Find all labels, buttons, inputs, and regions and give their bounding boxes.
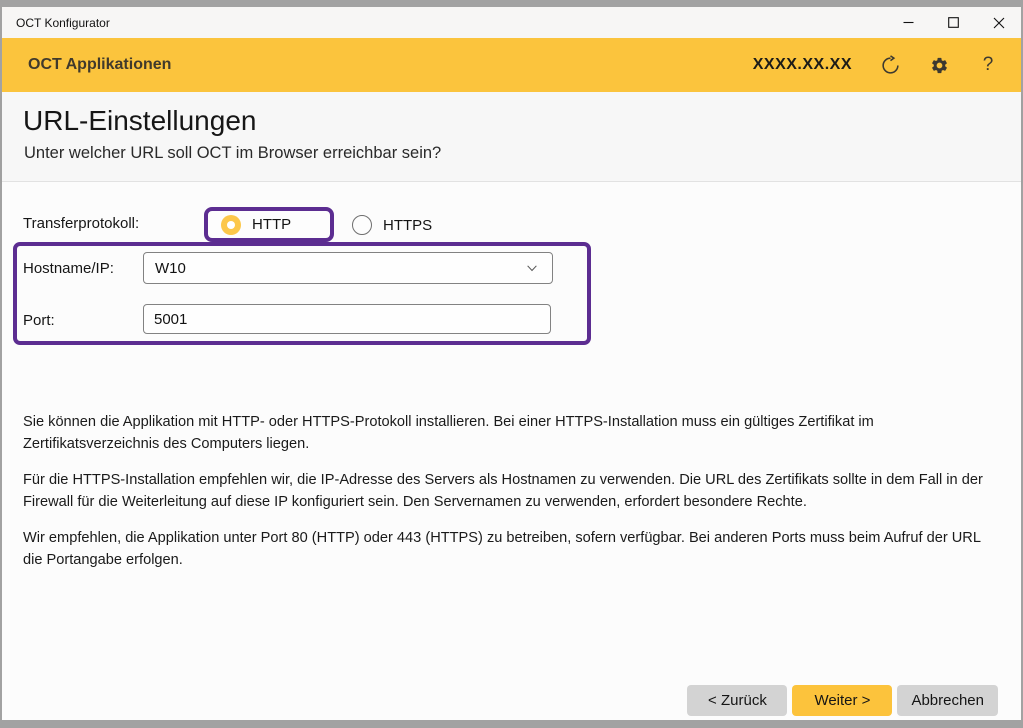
close-icon <box>993 17 1005 29</box>
hostname-label: Hostname/IP: <box>23 260 114 277</box>
refresh-icon[interactable] <box>879 54 901 76</box>
next-button[interactable]: Weiter > <box>792 685 892 716</box>
hostname-value: W10 <box>144 260 186 277</box>
chevron-down-icon <box>525 261 539 275</box>
minimize-icon <box>903 17 914 28</box>
help-icon[interactable]: ? <box>977 54 999 76</box>
info-paragraph-2: Für die HTTPS-Installation empfehlen wir… <box>23 470 998 513</box>
transfer-protocol-label: Transferprotokoll: <box>23 215 139 232</box>
hostname-port-highlight-box: Hostname/IP: W10 Port: <box>13 242 591 345</box>
page-subtitle: Unter welcher URL soll OCT im Browser er… <box>24 144 441 163</box>
settings-gear-icon[interactable] <box>928 54 950 76</box>
radio-https-label: HTTPS <box>383 217 432 234</box>
radio-http-icon <box>221 215 241 235</box>
http-option-highlight-box: HTTP <box>204 207 334 242</box>
window-title: OCT Konfigurator <box>2 16 110 30</box>
version-text: XXXX.XX.XX <box>753 56 852 74</box>
maximize-icon <box>948 17 959 28</box>
cancel-button[interactable]: Abbrechen <box>897 685 998 716</box>
info-paragraph-3: Wir empfehlen, die Applikation unter Por… <box>23 528 998 571</box>
radio-option-http[interactable]: HTTP <box>221 215 291 235</box>
app-header: OCT Applikationen XXXX.XX.XX ? <box>2 38 1021 92</box>
main-content: Transferprotokoll: HTTP HTTPS Hostname/I… <box>2 182 1021 720</box>
page-title: URL-Einstellungen <box>23 105 256 137</box>
radio-https-icon <box>352 215 372 235</box>
port-input[interactable] <box>143 304 551 334</box>
info-paragraph-1: Sie können die Applikation mit HTTP- ode… <box>23 412 998 455</box>
window-controls <box>886 7 1021 38</box>
back-button[interactable]: < Zurück <box>687 685 787 716</box>
app-header-actions: XXXX.XX.XX ? <box>753 54 1021 76</box>
page-header: URL-Einstellungen Unter welcher URL soll… <box>2 92 1021 182</box>
radio-http-label: HTTP <box>252 216 291 233</box>
maximize-button[interactable] <box>931 7 976 38</box>
minimize-button[interactable] <box>886 7 931 38</box>
radio-option-https[interactable]: HTTPS <box>352 215 432 235</box>
app-title: OCT Applikationen <box>2 56 171 74</box>
close-button[interactable] <box>976 7 1021 38</box>
info-text-block: Sie können die Applikation mit HTTP- ode… <box>23 412 998 586</box>
port-label: Port: <box>23 312 55 329</box>
wizard-footer: < Zurück Weiter > Abbrechen <box>687 685 998 716</box>
window-titlebar: OCT Konfigurator <box>2 7 1021 38</box>
hostname-combobox[interactable]: W10 <box>143 252 553 284</box>
